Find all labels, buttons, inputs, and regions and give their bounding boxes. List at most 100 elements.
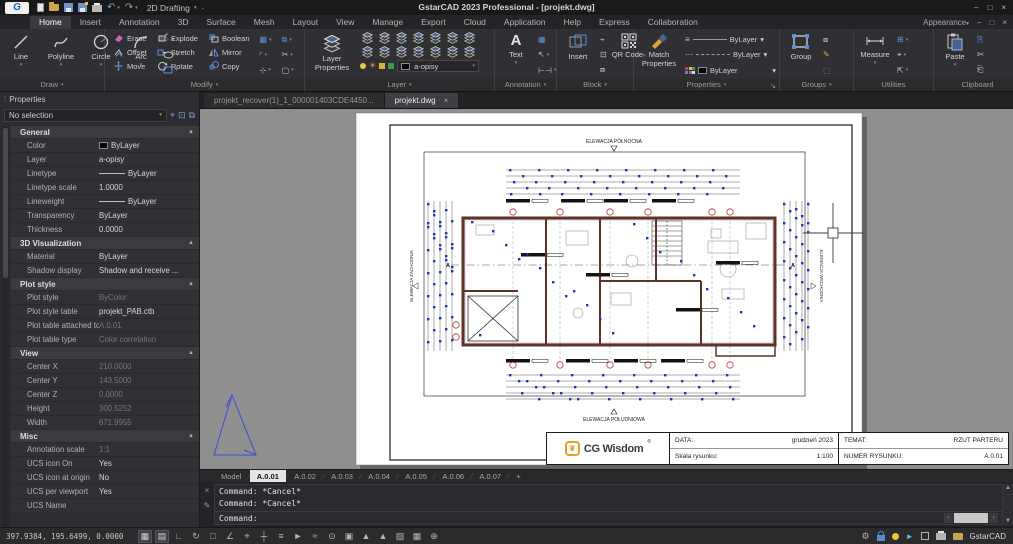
save-as-icon[interactable] xyxy=(78,3,87,12)
attdef-icon[interactable]: ⌁ xyxy=(600,35,605,44)
layer-properties-button[interactable]: Layer Properties xyxy=(308,31,356,79)
undo-icon[interactable]: ↶ xyxy=(107,3,115,13)
layer-panel-title[interactable]: Layer▾ xyxy=(305,79,494,91)
layer-lock-icon[interactable] xyxy=(379,63,385,69)
ribbon-tab-layout[interactable]: Layout xyxy=(284,16,328,29)
annotation-monitor-toggle-icon[interactable]: ▲ xyxy=(359,530,373,543)
trim-icon[interactable]: ✂ xyxy=(282,50,289,59)
ribbon-tab-application[interactable]: Application xyxy=(495,16,555,29)
doc-close-button[interactable]: × xyxy=(1002,18,1007,27)
scale-icon[interactable]: ▢ xyxy=(282,66,290,75)
layer-tool-icon[interactable] xyxy=(360,31,375,44)
new-file-icon[interactable] xyxy=(37,3,44,12)
command-vscrollbar[interactable]: ▲ ▼ xyxy=(1003,484,1013,525)
color-select[interactable]: ByLayer▾ xyxy=(685,63,776,77)
group-edit-icon[interactable]: ✎ xyxy=(823,50,830,59)
ribbon-tab-collaboration[interactable]: Collaboration xyxy=(639,16,707,29)
layer-tool-icon[interactable] xyxy=(360,45,375,58)
move-button[interactable]: Move xyxy=(113,59,147,73)
layer-tool-icon[interactable] xyxy=(428,45,443,58)
layer-combo[interactable]: a-opisy▾ xyxy=(397,60,479,72)
isodraft-toggle-icon[interactable]: ▨ xyxy=(393,530,407,543)
palette-grip-icon[interactable]: ⁞ xyxy=(4,95,5,104)
draw-panel-title[interactable]: Draw▾ xyxy=(0,79,104,91)
layer-tool-icon[interactable] xyxy=(394,31,409,44)
stretch-button[interactable]: Stretch xyxy=(157,45,198,59)
copy-button[interactable]: Copy xyxy=(208,59,250,73)
hardware-accel-icon[interactable]: ► xyxy=(906,532,914,541)
layout-tab-a.0.06[interactable]: A.0.06 xyxy=(435,470,471,483)
selection-dropdown[interactable]: No selection▾ xyxy=(4,109,167,122)
polar-tracking-toggle-icon[interactable]: ↻ xyxy=(189,530,203,543)
property-row[interactable]: LinetypeByLayer xyxy=(11,167,199,181)
ribbon-tab-view[interactable]: View xyxy=(327,16,363,29)
angle-snap-toggle-icon[interactable]: ∠ xyxy=(223,530,237,543)
section-header-3d-visualization[interactable]: 3D Visualization▲ xyxy=(11,237,199,250)
undo-dropdown-icon[interactable]: ▾ xyxy=(117,5,120,11)
quick-select-icon[interactable]: ⇱ xyxy=(897,66,904,75)
ui-lock-icon[interactable] xyxy=(877,535,885,541)
ribbon-tab-help[interactable]: Help xyxy=(555,16,590,29)
property-row[interactable]: Layera-opisy xyxy=(11,153,199,167)
layer-tool-icon[interactable] xyxy=(394,45,409,58)
dimension-icon[interactable]: ⊢⊣ xyxy=(538,66,552,75)
property-row[interactable]: UCS per viewportYes xyxy=(11,485,199,499)
command-history[interactable]: Command: *Cancel*Command: *Cancel* xyxy=(214,484,1003,512)
dynamic-input-toggle-icon[interactable]: □ xyxy=(206,530,220,543)
utilities-panel-title[interactable]: Utilities xyxy=(854,79,933,91)
scroll-down-icon[interactable]: ▼ xyxy=(1005,518,1011,524)
free-orbit-toggle-icon[interactable]: ≈ xyxy=(308,530,322,543)
ribbon-tab-mesh[interactable]: Mesh xyxy=(245,16,284,29)
isolate-objects-icon[interactable] xyxy=(892,533,899,540)
quick-select-icon[interactable]: ⧉ xyxy=(189,110,195,120)
property-row[interactable]: Thickness0.0000 xyxy=(11,223,199,237)
layer-tool-icon[interactable] xyxy=(462,45,477,58)
ribbon-tab-3d[interactable]: 3D xyxy=(169,16,198,29)
erase-button[interactable]: Erase xyxy=(113,31,147,45)
leader-icon[interactable]: ↖ xyxy=(538,50,545,59)
zoom-toggle-icon[interactable]: ⊙ xyxy=(325,530,339,543)
toggle-pickadd-icon[interactable]: ⌖ xyxy=(170,110,175,120)
mirror-button[interactable]: Mirror xyxy=(208,45,250,59)
paste-button[interactable]: Paste▾ xyxy=(937,31,973,79)
open-file-icon[interactable] xyxy=(49,4,59,11)
property-row[interactable]: Plot table typeColor correlation xyxy=(11,333,199,347)
property-row[interactable]: Center Z0.0000 xyxy=(11,388,199,402)
close-command-icon[interactable]: × xyxy=(205,486,210,495)
block-attach-icon[interactable]: ⧈ xyxy=(600,65,605,75)
property-row[interactable]: UCS icon at originNo xyxy=(11,471,199,485)
property-row[interactable]: UCS Name xyxy=(11,499,199,513)
property-row[interactable]: Linetype scale1.0000 xyxy=(11,181,199,195)
layer-tool-icon[interactable] xyxy=(411,45,426,58)
selection-cycling-toggle-icon[interactable]: ► xyxy=(291,530,305,543)
property-row[interactable]: Annotation scale1:1 xyxy=(11,443,199,457)
property-row[interactable]: LineweightByLayer xyxy=(11,195,199,209)
select-objects-icon[interactable]: ⊡ xyxy=(178,110,186,120)
explode-button[interactable]: Explode xyxy=(157,31,198,45)
polyline-button[interactable]: Polyline▾ xyxy=(43,31,79,79)
section-header-misc[interactable]: Misc▲ xyxy=(11,430,199,443)
layer-tool-icon[interactable] xyxy=(462,31,477,44)
layout-tab-a.0.03[interactable]: A.0.03 xyxy=(324,470,360,483)
ungroup-icon[interactable]: ⧇ xyxy=(823,35,828,45)
align-icon[interactable]: ⧉ xyxy=(282,35,288,45)
property-row[interactable]: TransparencyByLayer xyxy=(11,209,199,223)
save-icon[interactable] xyxy=(64,3,73,12)
rotate-button[interactable]: Rotate xyxy=(157,59,198,73)
grid-display-toggle-icon[interactable]: ▦ xyxy=(138,530,152,543)
document-tab[interactable]: projekt.dwg× xyxy=(385,93,460,108)
table-icon[interactable]: ▦ xyxy=(538,35,546,44)
insert-button[interactable]: Insert xyxy=(560,31,596,79)
document-tab[interactable]: projekt_recover(1)_1_000001403CDE4450... xyxy=(204,93,385,108)
property-row[interactable]: Shadow displayShadow and receive ... xyxy=(11,264,199,278)
drawing-canvas[interactable]: ELEWACJA PÓŁNOCNA A A xyxy=(200,109,1013,469)
doc-minimize-button[interactable]: – xyxy=(977,18,981,27)
ribbon-tab-insert[interactable]: Insert xyxy=(71,16,110,29)
block-panel-title[interactable]: Block▾ xyxy=(557,79,633,91)
group-select-icon[interactable]: ⬚ xyxy=(823,66,831,75)
property-row[interactable]: Center Y143.5000 xyxy=(11,374,199,388)
id-point-icon[interactable]: ⌖ xyxy=(897,50,902,60)
clipboard-panel-title[interactable]: Clipboard xyxy=(934,79,1013,91)
gstarcad-logo-icon[interactable]: G xyxy=(5,2,29,14)
scroll-up-icon[interactable]: ▲ xyxy=(1005,485,1011,491)
